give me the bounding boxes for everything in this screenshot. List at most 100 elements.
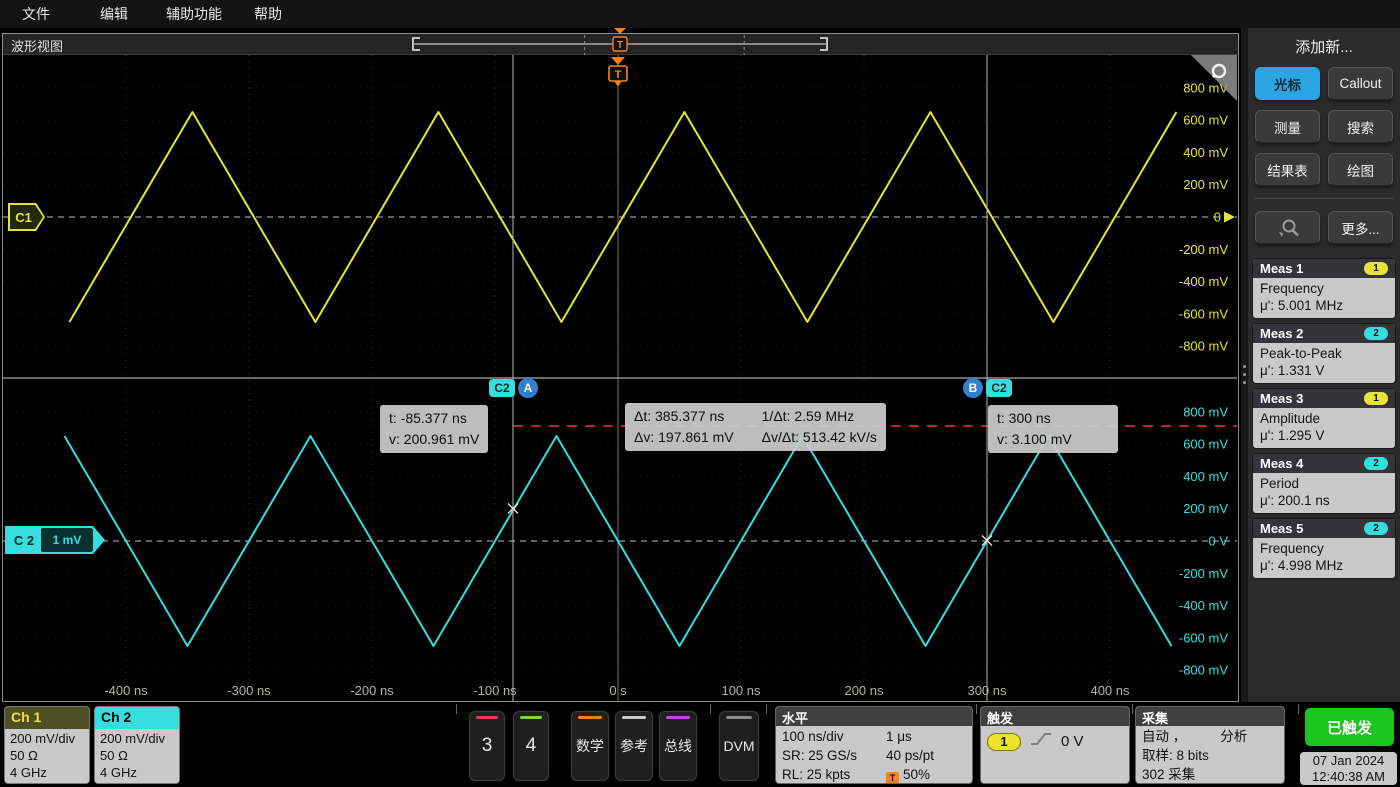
y-axis-label: 400 mV bbox=[1183, 145, 1228, 160]
date-value: 07 Jan 2024 bbox=[1312, 753, 1385, 768]
acquisition-panel-body: 自动 ， 分析 取样: 8 bits 302 采集 bbox=[1136, 726, 1284, 783]
horizontal-cell: 100 ns/div bbox=[782, 729, 844, 744]
y-axis-label: 0 V bbox=[1208, 534, 1228, 549]
measurement-card[interactable]: Meas 4 2 Period μ': 200.1 ns bbox=[1252, 453, 1396, 514]
sidebar-button-callout[interactable]: Callout bbox=[1328, 67, 1393, 100]
y-axis-label: 600 mV bbox=[1183, 113, 1228, 128]
measurement-kind: Amplitude bbox=[1260, 411, 1321, 426]
button-bus[interactable]: 总线 bbox=[658, 710, 698, 782]
panel-resize-handle[interactable] bbox=[1241, 28, 1248, 702]
trigger-status-indicator: 已触发 bbox=[1305, 708, 1394, 746]
measurement-card[interactable]: Meas 5 2 Frequency μ': 4.998 MHz bbox=[1252, 518, 1396, 579]
measurement-name: Meas 5 bbox=[1260, 521, 1304, 536]
horizontal-cell-value: 40 ps/pt bbox=[886, 748, 935, 763]
time-axis-label: 100 ns bbox=[721, 683, 761, 698]
measurement-card-header: Meas 5 2 bbox=[1253, 519, 1395, 538]
time-axis-label: -100 ns bbox=[473, 683, 517, 698]
cursor-b-time: t: 300 ns bbox=[997, 410, 1051, 426]
measurement-value: μ': 5.001 MHz bbox=[1260, 298, 1344, 313]
menu-item-help[interactable]: 帮助 bbox=[244, 4, 292, 24]
channel-setting-line: 4 GHz bbox=[100, 765, 137, 780]
bottom-separator bbox=[1298, 704, 1299, 714]
time-axis-label: 300 ns bbox=[967, 683, 1007, 698]
cursor-a-readout[interactable]: t: -85.377 ns v: 200.961 mV bbox=[380, 405, 489, 453]
measurement-card[interactable]: Meas 3 1 Amplitude μ': 1.295 V bbox=[1252, 388, 1396, 449]
horizontal-panel[interactable]: 水平 100 ns/div 1 μs SR: 25 GS/s 40 ps/pt RL: 2… bbox=[775, 706, 973, 784]
channel-color-stripe bbox=[520, 716, 542, 719]
measurement-source-badge: 1 bbox=[1364, 392, 1388, 405]
menu-item-edit[interactable]: 编辑 bbox=[90, 4, 138, 24]
measurement-card[interactable]: Meas 1 1 Frequency μ': 5.001 MHz bbox=[1252, 258, 1396, 319]
measurement-card[interactable]: Meas 2 2 Peak-to-Peak μ': 1.331 V bbox=[1252, 323, 1396, 384]
button-dvm[interactable]: DVM bbox=[718, 710, 760, 782]
cursor-b-handle[interactable]: B C2 bbox=[963, 378, 1012, 398]
measurement-card-header: Meas 4 2 bbox=[1253, 454, 1395, 473]
drag-dots-icon bbox=[1241, 365, 1248, 384]
waveform-display[interactable]: T 800 mV 600 mV 400 mV 200 mV 0 -200 mV -400 mV… bbox=[3, 55, 1237, 701]
button-label: 数学 bbox=[576, 738, 604, 754]
waveform-canvas[interactable]: T 800 mV 600 mV 400 mV 200 mV 0 -200 mV -400 mV… bbox=[3, 55, 1237, 701]
menu-item-utility[interactable]: 辅助功能 bbox=[156, 4, 232, 24]
measurement-kind: Frequency bbox=[1260, 281, 1324, 296]
button-label: 总线 bbox=[664, 738, 692, 754]
delta-v: Δv: 197.861 mV bbox=[634, 429, 734, 445]
trigger-position-marker[interactable]: T bbox=[608, 57, 628, 87]
button-reference[interactable]: 参考 bbox=[614, 710, 654, 782]
y-axis-label: -400 mV bbox=[1179, 274, 1228, 289]
acquisition-sampling: 取样: 8 bits bbox=[1142, 748, 1209, 763]
measurement-card-header: Meas 2 2 bbox=[1253, 324, 1395, 343]
sidebar-button-plot[interactable]: 绘图 bbox=[1328, 153, 1393, 186]
acquisition-mode: 自动 ， bbox=[1142, 729, 1187, 744]
sidebar-button-cursor[interactable]: 光标 bbox=[1255, 67, 1320, 100]
channel-color-stripe bbox=[476, 716, 498, 719]
channel1-level-arrow bbox=[1224, 211, 1235, 223]
channel-color-stripe bbox=[726, 716, 752, 719]
delta-t: Δt: 385.377 ns bbox=[634, 408, 725, 424]
bottom-separator bbox=[976, 704, 977, 714]
measurement-kind: Period bbox=[1260, 476, 1300, 491]
y-axis-label: -200 mV bbox=[1179, 242, 1228, 257]
cursor-b-chip[interactable]: B bbox=[963, 378, 983, 398]
time-axis-label: 0 s bbox=[609, 683, 627, 698]
measurement-source-badge: 2 bbox=[1364, 457, 1388, 470]
channel1-handle[interactable]: C1 bbox=[8, 203, 45, 231]
y-axis-label: -600 mV bbox=[1179, 306, 1228, 321]
bottom-separator bbox=[456, 704, 457, 714]
trigger-panel[interactable]: 触发 1 0 V bbox=[980, 706, 1130, 784]
sidebar-button-grid: 光标 Callout 测量 搜索 结果表 绘图更多... bbox=[1248, 57, 1400, 244]
y-axis-label: 400 mV bbox=[1183, 469, 1228, 484]
button-channel-3[interactable]: 3 bbox=[468, 710, 506, 782]
button-channel-4[interactable]: 4 bbox=[512, 710, 550, 782]
cursor-a-chip[interactable]: A bbox=[518, 378, 538, 398]
measurement-value: μ': 4.998 MHz bbox=[1260, 558, 1344, 573]
sidebar-button-results-table[interactable]: 结果表 bbox=[1255, 153, 1320, 186]
trigger-level-value: 0 V bbox=[1061, 733, 1084, 750]
rising-edge-icon bbox=[1030, 731, 1052, 752]
channel2-handle[interactable]: C 2 1 mV bbox=[5, 526, 105, 554]
channel-badge-ch2[interactable]: Ch 2 200 mV/div 50 Ω 4 GHz bbox=[94, 706, 180, 784]
view-title: 波形视图 bbox=[11, 39, 64, 54]
button-math[interactable]: 数学 bbox=[570, 710, 610, 782]
channel-setting-line: 50 Ω bbox=[10, 748, 38, 763]
button-label: 3 bbox=[481, 735, 493, 756]
sidebar-button-search[interactable]: 搜索 bbox=[1328, 110, 1393, 143]
channel-color-stripe bbox=[622, 716, 646, 719]
button-label: DVM bbox=[723, 738, 755, 754]
sidebar-button-measure[interactable]: 测量 bbox=[1255, 110, 1320, 143]
sidebar-button-zoom-search[interactable] bbox=[1255, 211, 1320, 244]
acquisition-panel[interactable]: 采集 自动 ， 分析 取样: 8 bits 302 采集 bbox=[1135, 706, 1285, 784]
channel-badge-ch1[interactable]: Ch 1 200 mV/div 50 Ω 4 GHz bbox=[4, 706, 90, 784]
measurement-card-body: Frequency μ': 4.998 MHz bbox=[1253, 538, 1395, 578]
cursor-b-readout[interactable]: t: 300 ns v: 3.100 mV bbox=[988, 405, 1118, 453]
sidebar-divider bbox=[1255, 198, 1393, 199]
time-axis-label: -300 ns bbox=[227, 683, 271, 698]
waveform-view-header: 波形视图 T bbox=[3, 28, 1238, 57]
measurement-name: Meas 3 bbox=[1260, 391, 1304, 406]
sidebar-button-more[interactable]: 更多... bbox=[1328, 211, 1393, 244]
acquisition-analyze: 分析 bbox=[1220, 729, 1248, 744]
horizontal-cell: 40 ps/pt bbox=[886, 746, 966, 765]
cursor-delta-readout[interactable]: Δt: 385.377 ns 1/Δt: 2.59 MHz Δv: 197.86… bbox=[625, 403, 886, 451]
menu-item-file[interactable]: 文件 bbox=[12, 4, 60, 24]
cursor-a-handle[interactable]: C2 A bbox=[489, 378, 538, 398]
horizontal-row: 100 ns/div 1 μs bbox=[782, 727, 966, 746]
